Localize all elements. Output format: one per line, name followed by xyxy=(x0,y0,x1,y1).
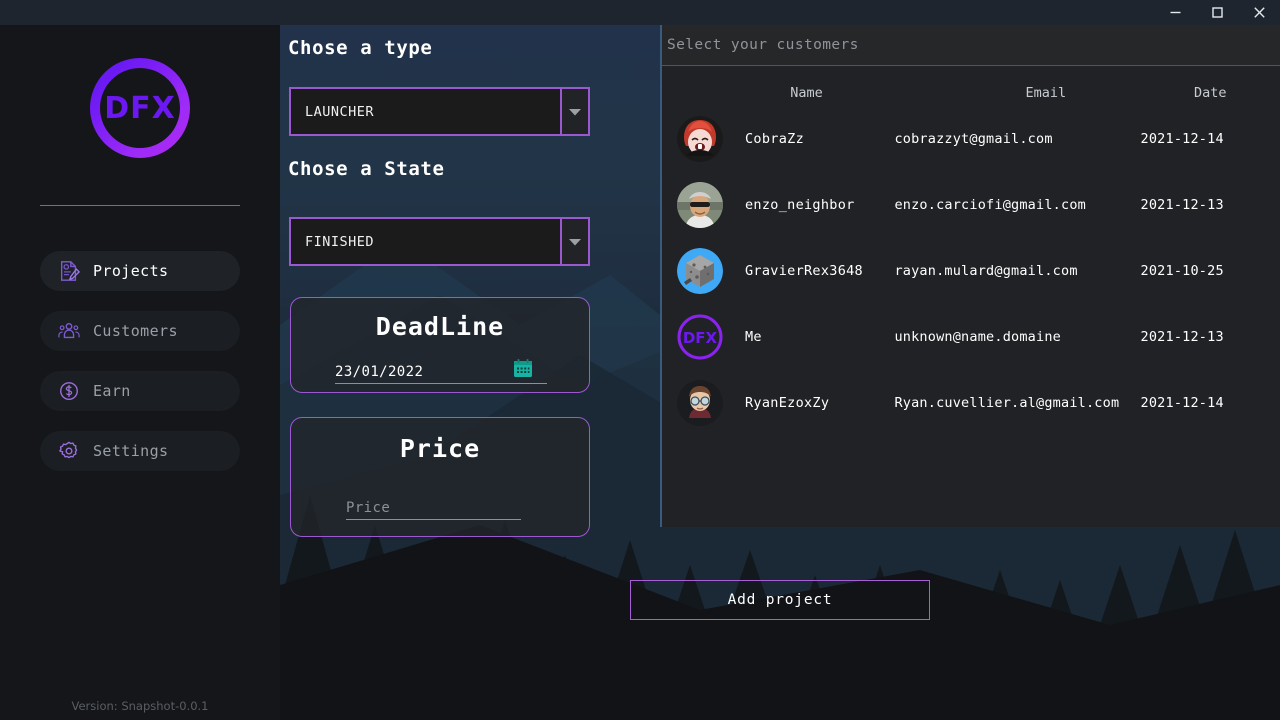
table-row[interactable]: RyanEzoxZy Ryan.cuvellier.al@gmail.com 2… xyxy=(662,370,1280,436)
sidebar-nav: Projects Customers Earn Settings xyxy=(40,251,240,491)
avatar-gravier-icon xyxy=(677,248,723,294)
chevron-down-icon xyxy=(569,108,581,115)
customer-name: CobraZz xyxy=(745,131,804,147)
customer-email: enzo.carciofi@gmail.com xyxy=(894,197,1086,213)
app-logo: DFX xyxy=(0,58,280,158)
close-icon xyxy=(1253,7,1265,18)
sidebar-item-settings[interactable]: Settings xyxy=(40,431,240,471)
add-project-label: Add project xyxy=(727,592,833,608)
customers-header-label: Select your customers xyxy=(667,37,859,53)
customer-name: RyanEzoxZy xyxy=(745,395,830,411)
customers-panel: Select your customers Name Email Date Co… xyxy=(660,25,1280,527)
state-select-value[interactable]: FINISHED xyxy=(289,217,560,266)
column-header-email: Email xyxy=(1025,85,1067,101)
title-bar xyxy=(0,0,1280,25)
avatar-cobrazz-icon xyxy=(677,116,723,162)
type-select-value[interactable]: LAUNCHER xyxy=(289,87,560,136)
state-section-label: Chose a State xyxy=(288,158,445,180)
earn-icon xyxy=(60,382,78,400)
price-input[interactable]: Price xyxy=(346,496,521,520)
customer-email: rayan.mulard@gmail.com xyxy=(894,263,1078,279)
close-button[interactable] xyxy=(1238,0,1280,25)
sidebar: DFX Projects Customers Earn Settings Ver… xyxy=(0,25,280,720)
customer-name: GravierRex3648 xyxy=(745,263,863,279)
table-row[interactable]: GravierRex3648 rayan.mulard@gmail.com 20… xyxy=(662,238,1280,304)
customer-email: unknown@name.domaine xyxy=(894,329,1061,345)
table-row[interactable]: DFX Me unknown@name.domaine 2021-12-13 xyxy=(662,304,1280,370)
deadline-value: 23/01/2022 xyxy=(335,364,424,380)
avatar-ryan-icon xyxy=(677,380,723,426)
sidebar-item-label: Settings xyxy=(93,442,169,460)
column-header-name: Name xyxy=(790,85,823,101)
maximize-button[interactable] xyxy=(1196,0,1238,25)
customer-email: Ryan.cuvellier.al@gmail.com xyxy=(894,395,1120,411)
add-project-button[interactable]: Add project xyxy=(630,580,930,620)
sidebar-divider xyxy=(40,205,240,206)
avatar xyxy=(677,182,723,228)
state-select[interactable]: FINISHED xyxy=(289,217,590,266)
column-header-date: Date xyxy=(1193,85,1227,101)
sidebar-item-label: Customers xyxy=(93,322,178,340)
dfx-logo-ring: DFX xyxy=(90,58,190,158)
customers-panel-header: Select your customers xyxy=(662,25,1280,66)
customer-date: 2021-12-14 xyxy=(1140,395,1224,411)
avatar xyxy=(677,248,723,294)
customer-name: enzo_neighbor xyxy=(745,197,855,213)
sidebar-item-label: Projects xyxy=(93,262,169,280)
state-select-arrow-button[interactable] xyxy=(560,217,590,266)
sidebar-item-projects[interactable]: Projects xyxy=(40,251,240,291)
avatar-enzo-icon xyxy=(677,182,723,228)
sidebar-item-customers[interactable]: Customers xyxy=(40,311,240,351)
deadline-card: DeadLine 23/01/2022 xyxy=(290,297,590,393)
avatar xyxy=(677,380,723,426)
chevron-down-icon xyxy=(569,238,581,245)
settings-icon xyxy=(59,441,78,459)
avatar: DFX xyxy=(677,314,723,360)
table-row[interactable]: CobraZz cobrazzyt@gmail.com 2021-12-14 xyxy=(662,106,1280,172)
price-card: Price Price xyxy=(290,417,590,537)
customer-date: 2021-12-14 xyxy=(1140,131,1224,147)
price-title: Price xyxy=(399,434,481,463)
version-label: Version: Snapshot-0.0.1 xyxy=(71,699,209,713)
table-row[interactable]: enzo_neighbor enzo.carciofi@gmail.com 20… xyxy=(662,172,1280,238)
type-select[interactable]: LAUNCHER xyxy=(289,87,590,136)
customer-date: 2021-12-13 xyxy=(1140,329,1224,345)
deadline-title: DeadLine xyxy=(375,312,505,341)
dfx-logo-text: DFX xyxy=(104,90,176,126)
type-section-label: Chose a type xyxy=(288,37,433,59)
customer-name: Me xyxy=(745,329,762,345)
calendar-icon[interactable] xyxy=(513,358,533,378)
type-select-arrow-button[interactable] xyxy=(560,87,590,136)
maximize-icon xyxy=(1211,7,1223,18)
svg-text:DFX: DFX xyxy=(683,329,718,347)
customers-icon xyxy=(58,322,80,339)
sidebar-item-label: Earn xyxy=(93,382,131,400)
price-placeholder: Price xyxy=(346,500,391,516)
customer-email: cobrazzyt@gmail.com xyxy=(894,131,1053,147)
customer-date: 2021-12-13 xyxy=(1140,197,1224,213)
avatar xyxy=(677,116,723,162)
sidebar-item-earn[interactable]: Earn xyxy=(40,371,240,411)
minimize-button[interactable] xyxy=(1154,0,1196,25)
app-window: DFX Projects Customers Earn Settings Ver… xyxy=(0,0,1280,720)
customers-column-headers: Name Email Date xyxy=(662,66,1280,106)
avatar-me-icon: DFX xyxy=(677,314,723,360)
project-form: Chose a type LAUNCHER Chose a State FINI… xyxy=(280,25,660,720)
customer-date: 2021-10-25 xyxy=(1140,263,1224,279)
minimize-icon xyxy=(1170,11,1180,14)
projects-icon xyxy=(60,261,80,281)
